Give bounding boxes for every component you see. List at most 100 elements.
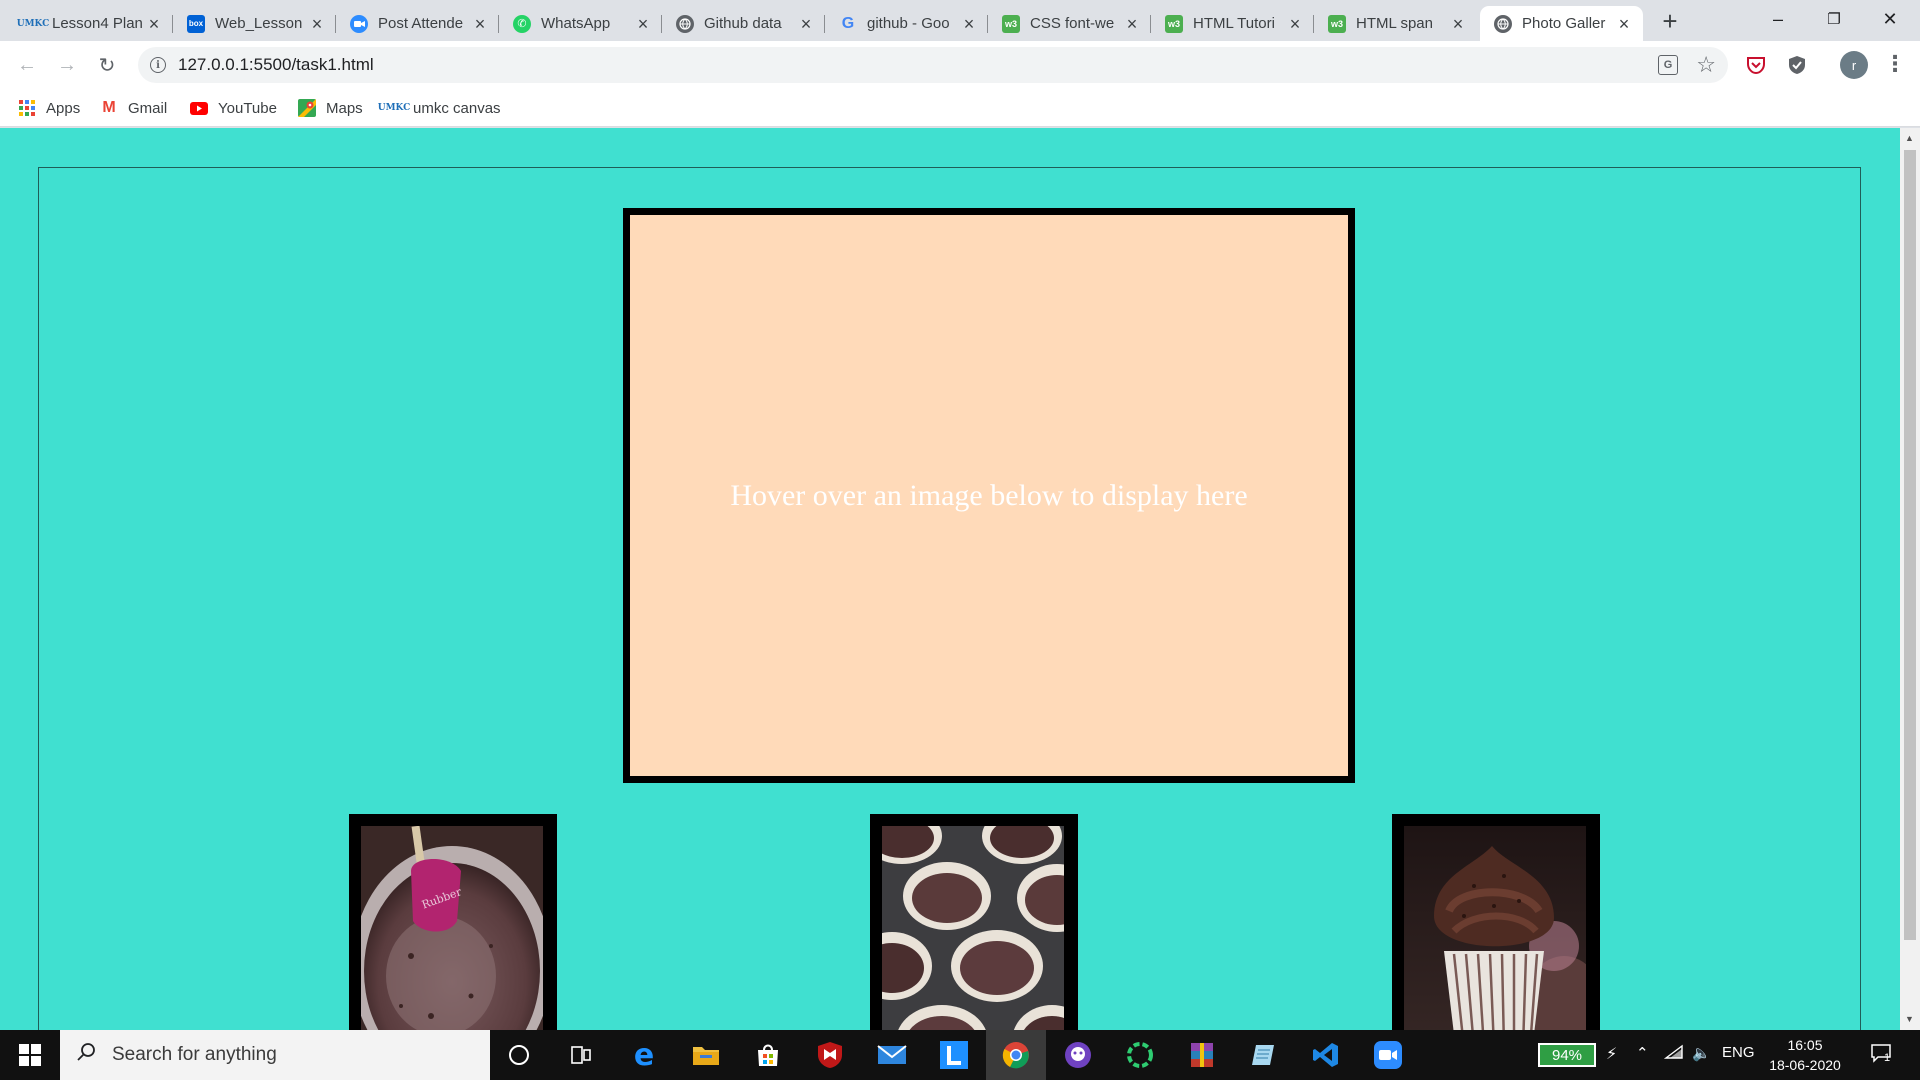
thumbnail-batter-bowl[interactable]: Rubber: [349, 814, 557, 1030]
close-icon[interactable]: ×: [308, 15, 326, 33]
winrar-icon[interactable]: [1185, 1038, 1219, 1072]
notepad-icon[interactable]: [1247, 1038, 1281, 1072]
arrow-left-icon: ←: [17, 53, 37, 76]
windows-logo-icon: [19, 1044, 41, 1066]
tab-title: Web_Lesson: [215, 15, 303, 32]
close-icon[interactable]: ×: [1123, 15, 1141, 33]
edge-icon[interactable]: e: [627, 1038, 661, 1073]
clock-time: 16:05: [1787, 1037, 1823, 1053]
zoom-icon[interactable]: [1371, 1038, 1405, 1072]
close-icon[interactable]: ×: [797, 15, 815, 33]
pocket-extension-icon[interactable]: [1745, 54, 1767, 76]
cortana-icon[interactable]: [502, 1038, 536, 1072]
mail-icon[interactable]: [875, 1038, 909, 1072]
cupcake-tin-image[interactable]: [882, 826, 1064, 1030]
power-plug-icon[interactable]: ⚡: [1606, 1044, 1617, 1064]
tab-web-lesson[interactable]: box Web_Lesson ×: [173, 6, 336, 41]
close-icon[interactable]: ×: [1449, 15, 1467, 33]
back-button[interactable]: ←: [12, 50, 42, 80]
translate-icon[interactable]: G: [1658, 55, 1678, 75]
thumbnail-frosted-cupcake[interactable]: [1392, 814, 1600, 1030]
start-button[interactable]: [0, 1030, 60, 1080]
tab-whatsapp[interactable]: ✆ WhatsApp ×: [499, 6, 662, 41]
notification-count: 1: [1884, 1052, 1891, 1064]
bookmark-youtube[interactable]: YouTube: [190, 97, 277, 119]
new-tab-button[interactable]: +: [1656, 8, 1684, 36]
bookmark-umkc-canvas[interactable]: UMKC umkc canvas: [378, 97, 501, 119]
tab-photo-gallery[interactable]: Photo Galler ×: [1480, 6, 1643, 41]
globe-icon: [676, 14, 694, 33]
address-bar[interactable]: i 127.0.0.1:5500/task1.html G ☆: [138, 47, 1728, 83]
language-indicator[interactable]: ENG: [1722, 1044, 1755, 1061]
batter-bowl-image[interactable]: Rubber: [361, 826, 543, 1030]
github-desktop-icon[interactable]: [1061, 1038, 1095, 1072]
scroll-down-arrow-icon[interactable]: ▼: [1905, 1014, 1914, 1024]
close-icon[interactable]: ×: [1615, 15, 1633, 33]
close-icon[interactable]: ×: [960, 15, 978, 33]
bookmark-star-icon[interactable]: ☆: [1696, 52, 1716, 78]
tab-title: Lesson4 Plan: [52, 15, 143, 32]
tab-html-tutorial[interactable]: w3 HTML Tutori ×: [1151, 6, 1314, 41]
scroll-up-arrow-icon[interactable]: ▲: [1905, 133, 1914, 143]
close-icon[interactable]: ×: [471, 15, 489, 33]
tab-github-google[interactable]: G github - Goo ×: [825, 6, 988, 41]
reload-icon: ↻: [98, 54, 116, 77]
tab-strip: UMKC Lesson4 Plan × box Web_Lesson × Pos…: [0, 0, 1920, 41]
wifi-icon[interactable]: [1663, 1044, 1684, 1064]
close-icon[interactable]: ×: [145, 15, 163, 33]
maps-icon: [298, 99, 316, 117]
close-icon[interactable]: ×: [634, 15, 652, 33]
bookmark-gmail[interactable]: M Gmail: [100, 97, 167, 119]
tab-title: WhatsApp: [541, 15, 611, 32]
chevron-up-icon[interactable]: ⌃: [1636, 1044, 1649, 1062]
vscode-icon[interactable]: [1309, 1038, 1343, 1072]
scrollbar-thumb[interactable]: [1904, 150, 1916, 940]
minimize-button[interactable]: –: [1750, 0, 1806, 38]
reload-button[interactable]: ↻: [92, 50, 122, 80]
battery-indicator[interactable]: 94%: [1538, 1043, 1596, 1067]
l-app-icon[interactable]: [937, 1038, 971, 1072]
mcafee-icon[interactable]: [813, 1038, 847, 1072]
browser-toolbar: ← → ↻ i 127.0.0.1:5500/task1.html G ☆ r …: [0, 41, 1920, 89]
frosted-cupcake-image[interactable]: [1404, 826, 1586, 1030]
thumbnail-cupcake-tin[interactable]: [870, 814, 1078, 1030]
tab-post-attendee[interactable]: Post Attende ×: [336, 6, 499, 41]
close-icon[interactable]: ×: [1286, 15, 1304, 33]
tab-title: github - Goo: [867, 15, 950, 32]
tab-title: Photo Galler: [1522, 15, 1606, 32]
bookmark-label: Apps: [46, 99, 81, 117]
forward-button[interactable]: →: [52, 50, 82, 80]
google-icon: G: [841, 14, 855, 32]
vertical-scrollbar[interactable]: ▲ ▼: [1900, 128, 1920, 1030]
file-explorer-icon[interactable]: [689, 1038, 723, 1072]
shield-extension-icon[interactable]: [1786, 54, 1808, 76]
notification-center-icon[interactable]: 1: [1870, 1042, 1894, 1066]
tab-lesson4-plan[interactable]: UMKC Lesson4 Plan ×: [10, 6, 173, 41]
tab-css-font-weight[interactable]: w3 CSS font-we ×: [988, 6, 1151, 41]
bookmark-maps[interactable]: Maps: [298, 97, 363, 119]
box-icon: box: [187, 14, 205, 33]
close-window-button[interactable]: ✕: [1862, 0, 1918, 38]
tab-title: HTML span: [1356, 15, 1433, 32]
tab-github-data[interactable]: Github data ×: [662, 6, 825, 41]
info-icon[interactable]: i: [150, 57, 166, 73]
apps-grid-icon: [18, 99, 36, 117]
chrome-icon[interactable]: [986, 1030, 1046, 1080]
url-text[interactable]: 127.0.0.1:5500/task1.html: [178, 55, 374, 75]
bookmark-apps[interactable]: Apps: [18, 97, 80, 119]
task-view-icon[interactable]: [564, 1038, 598, 1072]
maximize-button[interactable]: ❐: [1806, 0, 1862, 38]
tab-html-span[interactable]: w3 HTML span ×: [1314, 6, 1477, 41]
windows-taskbar: Search for anything e 94% ⚡ ⌃ 🔈 ENG 16:0…: [0, 1030, 1920, 1080]
clock[interactable]: 16:05 18-06-2020: [1760, 1035, 1850, 1075]
kebab-menu-icon[interactable]: ⋮: [1884, 51, 1906, 79]
display-instruction-text: Hover over an image below to display her…: [730, 478, 1248, 512]
tab-title: CSS font-we: [1030, 15, 1115, 32]
profile-avatar[interactable]: r: [1840, 51, 1868, 79]
umkc-icon: UMKC: [16, 18, 50, 29]
taskbar-search-box[interactable]: Search for anything: [60, 1030, 490, 1080]
spinner-app-icon[interactable]: [1123, 1038, 1157, 1072]
store-icon[interactable]: [751, 1038, 785, 1072]
volume-icon[interactable]: 🔈: [1692, 1044, 1711, 1062]
whatsapp-icon: ✆: [513, 14, 531, 33]
